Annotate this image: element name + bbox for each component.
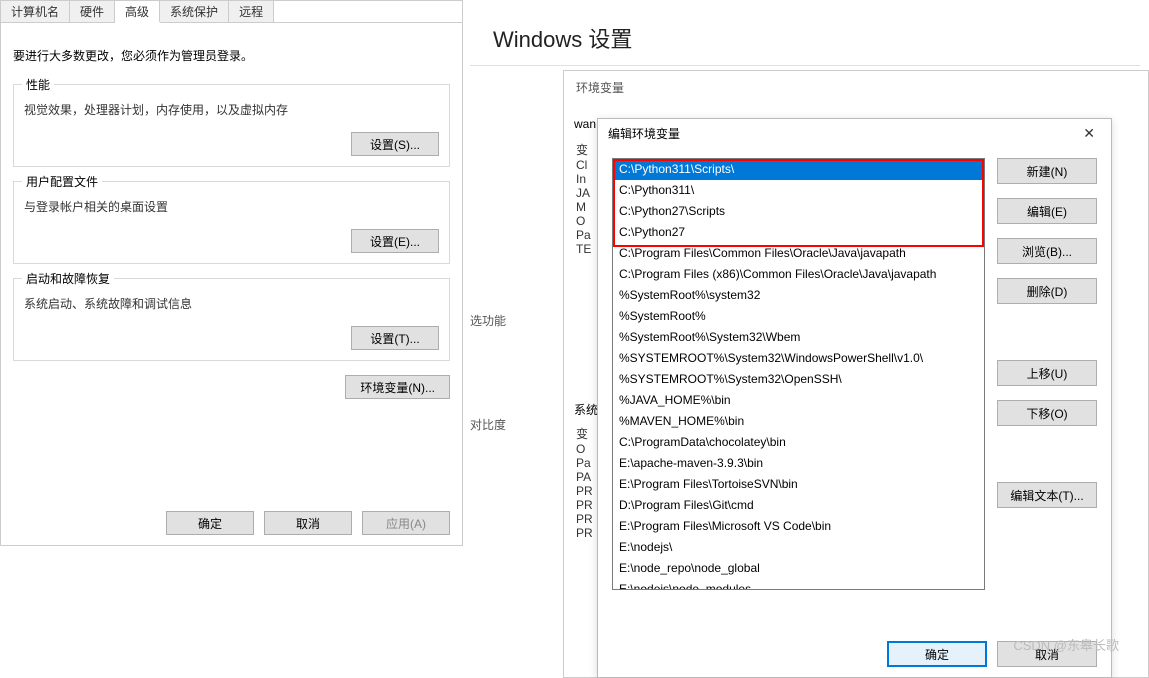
user-profile-desc: 与登录帐户相关的桌面设置 [24, 198, 439, 215]
system-properties-window: 计算机名 硬件 高级 系统保护 远程 要进行大多数更改，您必须作为管理员登录。 … [0, 0, 463, 546]
user-vars-label: wan [574, 117, 596, 131]
behind-label-1: 选功能 [470, 312, 506, 329]
edit-button[interactable]: 编辑(E) [997, 198, 1097, 224]
edit-env-title: 编辑环境变量 [608, 125, 680, 142]
edit-text-button[interactable]: 编辑文本(T)... [997, 482, 1097, 508]
path-item[interactable]: E:\node_repo\node_global [613, 558, 984, 579]
behind-label-2: 对比度 [470, 416, 506, 433]
path-item[interactable]: C:\Program Files\Common Files\Oracle\Jav… [613, 243, 984, 264]
path-item[interactable]: E:\apache-maven-3.9.3\bin [613, 453, 984, 474]
path-item[interactable]: C:\Python27 [613, 222, 984, 243]
path-item[interactable]: %SystemRoot%\System32\Wbem [613, 327, 984, 348]
path-listbox[interactable]: C:\Python311\Scripts\C:\Python311\C:\Pyt… [612, 158, 985, 590]
edit-env-ok-button[interactable]: 确定 [887, 641, 987, 667]
move-up-button[interactable]: 上移(U) [997, 360, 1097, 386]
startup-recovery-title: 启动和故障恢复 [22, 270, 114, 287]
path-item[interactable]: %JAVA_HOME%\bin [613, 390, 984, 411]
divider [470, 65, 1140, 66]
path-item[interactable]: %MAVEN_HOME%\bin [613, 411, 984, 432]
cancel-button[interactable]: 取消 [264, 511, 352, 535]
path-item[interactable]: C:\Python311\ [613, 180, 984, 201]
tab-advanced[interactable]: 高级 [115, 1, 160, 23]
edit-env-cancel-button[interactable]: 取消 [997, 641, 1097, 667]
sys-vars-label: 系统 [574, 401, 598, 418]
path-item[interactable]: E:\nodejs\node_modules [613, 579, 984, 590]
delete-button[interactable]: 删除(D) [997, 278, 1097, 304]
path-item[interactable]: E:\nodejs\ [613, 537, 984, 558]
path-item[interactable]: C:\Program Files (x86)\Common Files\Orac… [613, 264, 984, 285]
sysprops-tabs: 计算机名 硬件 高级 系统保护 远程 [1, 1, 462, 23]
path-item[interactable]: %SystemRoot%\system32 [613, 285, 984, 306]
startup-recovery-desc: 系统启动、系统故障和调试信息 [24, 295, 439, 312]
performance-desc: 视觉效果，处理器计划，内存使用，以及虚拟内存 [24, 101, 439, 118]
admin-note: 要进行大多数更改，您必须作为管理员登录。 [13, 47, 450, 64]
windows-settings-title: Windows 设置 [463, 0, 1149, 70]
tab-system-protection[interactable]: 系统保护 [160, 1, 229, 22]
path-item[interactable]: C:\Python311\Scripts\ [613, 159, 984, 180]
path-item[interactable]: E:\Program Files\TortoiseSVN\bin [613, 474, 984, 495]
path-item[interactable]: %SYSTEMROOT%\System32\WindowsPowerShell\… [613, 348, 984, 369]
new-button[interactable]: 新建(N) [997, 158, 1097, 184]
browse-button[interactable]: 浏览(B)... [997, 238, 1097, 264]
path-item[interactable]: D:\Program Files\Git\cmd [613, 495, 984, 516]
tab-hardware[interactable]: 硬件 [70, 1, 115, 22]
startup-recovery-group: 启动和故障恢复 系统启动、系统故障和调试信息 设置(T)... [13, 278, 450, 361]
env-vars-button[interactable]: 环境变量(N)... [345, 375, 450, 399]
performance-title: 性能 [22, 76, 54, 93]
path-item[interactable]: %SystemRoot% [613, 306, 984, 327]
tab-computer-name[interactable]: 计算机名 [1, 1, 70, 22]
tab-remote[interactable]: 远程 [229, 1, 274, 22]
path-item[interactable]: E:\Program Files\Microsoft VS Code\bin [613, 516, 984, 537]
edit-env-var-window: 编辑环境变量 ✕ C:\Python311\Scripts\C:\Python3… [597, 118, 1112, 678]
path-item[interactable]: C:\Python27\Scripts [613, 201, 984, 222]
user-profile-title: 用户配置文件 [22, 173, 102, 190]
startup-recovery-settings-button[interactable]: 设置(T)... [351, 326, 439, 350]
path-item[interactable]: %SYSTEMROOT%\System32\OpenSSH\ [613, 369, 984, 390]
path-item[interactable]: C:\ProgramData\chocolatey\bin [613, 432, 984, 453]
performance-group: 性能 视觉效果，处理器计划，内存使用，以及虚拟内存 设置(S)... [13, 84, 450, 167]
user-profile-settings-button[interactable]: 设置(E)... [351, 229, 439, 253]
apply-button[interactable]: 应用(A) [362, 511, 450, 535]
user-profile-group: 用户配置文件 与登录帐户相关的桌面设置 设置(E)... [13, 181, 450, 264]
env-vars-title: 环境变量 [564, 71, 1148, 105]
close-icon[interactable]: ✕ [1077, 125, 1101, 142]
move-down-button[interactable]: 下移(O) [997, 400, 1097, 426]
ok-button[interactable]: 确定 [166, 511, 254, 535]
performance-settings-button[interactable]: 设置(S)... [351, 132, 439, 156]
